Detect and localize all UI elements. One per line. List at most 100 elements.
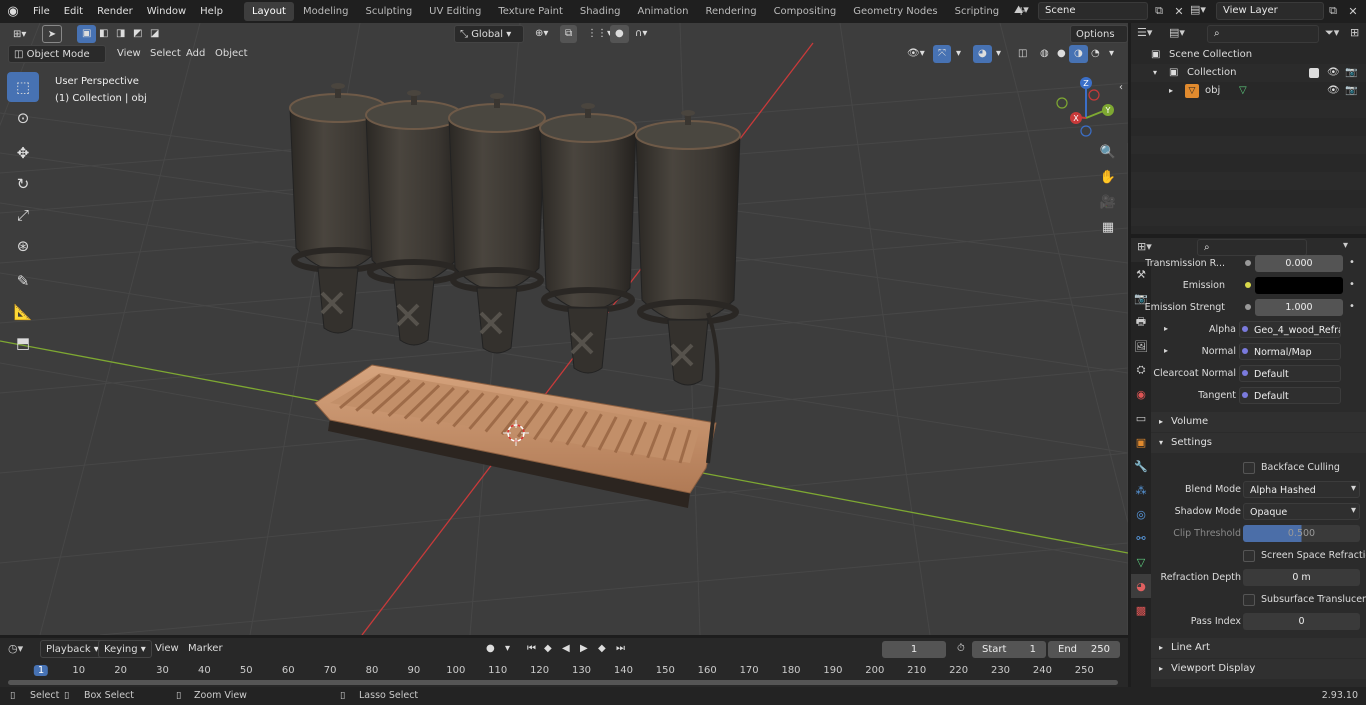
viewport-display-panel-header[interactable]: ▸ Viewport Display xyxy=(1151,659,1366,679)
add-cube-tool-icon[interactable]: ⬒ xyxy=(7,328,39,358)
scene-tab-icon[interactable]: ⛭ xyxy=(1131,358,1151,382)
annotate-tool-icon[interactable]: ✎ xyxy=(7,266,39,296)
world-tab-icon[interactable]: ◉ xyxy=(1131,382,1151,406)
timeline-scrollbar[interactable] xyxy=(8,680,1118,685)
expand-arrow-icon[interactable]: ▸ xyxy=(1169,82,1173,100)
proportional-edit-icon[interactable]: ● xyxy=(610,25,629,43)
pass-index-field[interactable]: 0 xyxy=(1243,613,1360,630)
tab-shading[interactable]: Shading xyxy=(572,2,629,21)
3d-viewport[interactable]: Z Y X ⊞▾ ➤ ▣ ◧ ◨ ◩ ◪ ⤡ Global ▾ ⊕▾ ⧉ ⋮⋮▾… xyxy=(0,23,1128,635)
menu-select[interactable]: Select xyxy=(145,45,186,63)
display-mode-icon[interactable]: ▤▾ xyxy=(1169,26,1185,39)
normal-link-field[interactable]: Normal/Map xyxy=(1239,343,1341,360)
texture-tab-icon[interactable]: ▩ xyxy=(1131,598,1151,622)
snap-icon[interactable]: ⧉ xyxy=(560,25,578,43)
mesh-data-icon[interactable]: ▽ xyxy=(1239,82,1247,100)
gizmo-toggle-icon[interactable]: ⤧ xyxy=(933,45,951,63)
measure-tool-icon[interactable]: 📐 xyxy=(7,297,39,327)
outliner-row-scene-collection[interactable]: ▣ Scene Collection xyxy=(1131,46,1366,64)
select-mode-intersect-icon[interactable]: ◪ xyxy=(145,25,164,43)
emission-color-swatch[interactable] xyxy=(1255,277,1343,294)
mode-dropdown[interactable]: ◫ Object Mode xyxy=(8,45,106,63)
tab-sculpting[interactable]: Sculpting xyxy=(357,2,420,21)
transform-tool-icon[interactable]: ⊛ xyxy=(7,231,39,261)
filter-icon[interactable]: ⏷▾ xyxy=(1325,26,1339,40)
object-render-camera-icon[interactable]: 📷 xyxy=(1345,82,1357,100)
shading-dropdown-icon[interactable]: ▾ xyxy=(1104,45,1119,63)
perspective-toggle-icon[interactable]: ▦ xyxy=(1096,215,1120,239)
editor-type-icon[interactable]: ⊞▾ xyxy=(8,26,31,44)
modifier-tab-icon[interactable]: 🔧 xyxy=(1131,454,1151,478)
zoom-icon[interactable]: 🔍 xyxy=(1096,140,1120,164)
material-tab-icon[interactable]: ◕ xyxy=(1131,574,1151,598)
hide-eye-icon[interactable]: 👁 xyxy=(1327,64,1340,82)
delete-view-layer-icon[interactable]: ✕ xyxy=(1342,2,1364,20)
particles-tab-icon[interactable]: ⁂ xyxy=(1131,478,1151,502)
expand-arrow-icon[interactable]: ▸ xyxy=(1164,346,1168,355)
emission-strength-field[interactable]: 1.000 xyxy=(1255,299,1343,316)
menu-window[interactable]: Window xyxy=(140,0,193,23)
move-tool-icon[interactable]: ✥ xyxy=(7,138,39,168)
menu-help[interactable]: Help xyxy=(193,0,230,23)
navigation-gizmo[interactable]: Z Y X xyxy=(1056,77,1114,137)
tab-compositing[interactable]: Compositing xyxy=(766,2,845,21)
new-view-layer-icon[interactable]: ⧉ xyxy=(1322,2,1344,20)
tangent-field[interactable]: Default xyxy=(1239,387,1341,404)
sidebar-toggle-icon[interactable]: ‹ xyxy=(1114,75,1128,99)
xray-icon[interactable]: ◫ xyxy=(1013,45,1032,63)
shading-wireframe-icon[interactable]: ◍ xyxy=(1035,45,1054,63)
overlays-dropdown-icon[interactable]: ▾ xyxy=(991,45,1006,63)
tab-geometry-nodes[interactable]: Geometry Nodes xyxy=(845,2,945,21)
new-collection-icon[interactable]: ⊞ xyxy=(1350,26,1359,39)
volume-panel-header[interactable]: ▸ Volume xyxy=(1151,412,1366,432)
tab-modeling[interactable]: Modeling xyxy=(295,2,357,21)
object-tab-icon[interactable]: ▣ xyxy=(1131,430,1151,454)
tab-uv-editing[interactable]: UV Editing xyxy=(421,2,489,21)
outliner-editor-icon[interactable]: ☰▾ xyxy=(1137,26,1152,39)
view-layer-tab-icon[interactable]: 🖼 xyxy=(1131,334,1151,358)
line-art-panel-header[interactable]: ▸ Line Art xyxy=(1151,638,1366,658)
shading-rendered-icon[interactable]: ◔ xyxy=(1086,45,1105,63)
clearcoat-normal-field[interactable]: Default xyxy=(1239,365,1341,382)
settings-panel-header[interactable]: ▾ Settings xyxy=(1151,433,1366,453)
render-camera-icon[interactable]: 📷 xyxy=(1345,64,1357,82)
transform-orientation-dropdown[interactable]: ⤡ Global ▾ xyxy=(454,25,524,43)
physics-tab-icon[interactable]: ◎ xyxy=(1131,502,1151,526)
gizmo-dropdown-icon[interactable]: ▾ xyxy=(951,45,966,63)
constraints-tab-icon[interactable]: ⚯ xyxy=(1131,526,1151,550)
options-dropdown[interactable]: Options ▾ xyxy=(1070,25,1128,58)
menu-view[interactable]: View xyxy=(112,45,146,63)
tab-scripting[interactable]: Scripting xyxy=(947,2,1007,21)
expand-arrow-icon[interactable]: ▸ xyxy=(1164,324,1168,333)
shading-solid-icon[interactable]: ● xyxy=(1052,45,1071,63)
menu-file[interactable]: File xyxy=(26,0,57,23)
alpha-link-field[interactable]: Geo_4_wood_Refrac... xyxy=(1239,321,1341,338)
shadow-mode-dropdown[interactable]: Opaque xyxy=(1243,503,1360,520)
backface-culling-checkbox[interactable] xyxy=(1243,462,1255,474)
ssr-checkbox[interactable] xyxy=(1243,550,1255,562)
keyframe-dot-icon[interactable]: • xyxy=(1349,257,1355,268)
menu-render[interactable]: Render xyxy=(90,0,140,23)
tab-layout[interactable]: Layout xyxy=(243,2,294,21)
menu-edit[interactable]: Edit xyxy=(57,0,90,23)
tab-texture-paint[interactable]: Texture Paint xyxy=(490,2,571,21)
scene-field[interactable]: Scene xyxy=(1038,2,1148,20)
collapse-arrow-icon[interactable]: ▾ xyxy=(1153,64,1157,82)
properties-editor-icon[interactable]: ⊞▾ xyxy=(1137,240,1152,253)
pivot-point-icon[interactable]: ⊕▾ xyxy=(530,25,553,43)
pan-hand-icon[interactable]: ✋ xyxy=(1096,165,1120,189)
blender-logo-icon[interactable]: ◉ xyxy=(0,4,26,19)
refraction-depth-field[interactable]: 0 m xyxy=(1243,569,1360,586)
select-box-tool-icon[interactable]: ⬚ xyxy=(7,72,39,102)
properties-options-icon[interactable]: ▾ xyxy=(1343,240,1348,251)
scale-tool-icon[interactable]: ⤢ xyxy=(7,200,39,230)
tab-animation[interactable]: Animation xyxy=(630,2,697,21)
object-hide-eye-icon[interactable]: 👁 xyxy=(1327,82,1340,100)
collection-tab-icon[interactable]: ▭ xyxy=(1131,406,1151,430)
shading-material-icon[interactable]: ◑ xyxy=(1069,45,1088,63)
falloff-icon[interactable]: ∩▾ xyxy=(630,25,652,43)
exclude-checkbox[interactable] xyxy=(1309,68,1319,78)
visibility-icon[interactable]: 👁▾ xyxy=(902,45,930,63)
menu-add[interactable]: Add xyxy=(181,45,210,63)
clip-threshold-slider[interactable]: 0.500 xyxy=(1243,525,1360,542)
